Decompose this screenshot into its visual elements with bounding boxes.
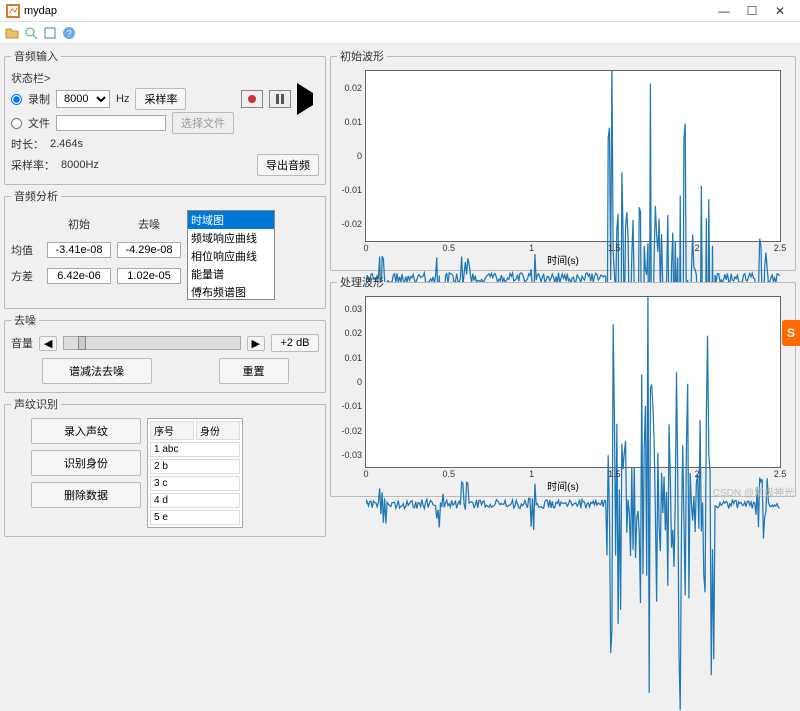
- denoise-panel: 去噪 音量 ◀ ▶ +2 dB 谱减法去噪 重置: [4, 312, 326, 393]
- mean-init-value[interactable]: [47, 242, 111, 258]
- reset-button[interactable]: 重置: [219, 358, 289, 384]
- list-item[interactable]: 时域图: [188, 211, 274, 229]
- sr-label: 采样率：: [11, 157, 55, 173]
- enroll-button[interactable]: 录入声纹: [31, 418, 141, 444]
- chart1-legend: 初始波形: [337, 48, 387, 64]
- maximize-button[interactable]: ☐: [738, 4, 766, 18]
- list-item[interactable]: 频域响应曲线: [188, 229, 274, 247]
- export-audio-button[interactable]: 导出音频: [257, 154, 319, 176]
- window-title: mydap: [24, 5, 710, 17]
- var-denoise-value[interactable]: [117, 268, 181, 284]
- list-item[interactable]: 能量谱: [188, 265, 274, 283]
- watermark: CSDN @紫极神光: [713, 484, 794, 499]
- var-label: 方差: [11, 268, 41, 284]
- denoise-legend: 去噪: [11, 312, 39, 328]
- select-file-button[interactable]: 选择文件: [172, 112, 234, 134]
- audio-input-legend: 音频输入: [11, 48, 61, 64]
- list-item[interactable]: 相位响应曲线: [188, 247, 274, 265]
- analysis-type-listbox[interactable]: 时域图频域响应曲线相位响应曲线能量谱傅布频谱图音压曲线: [187, 210, 275, 300]
- processed-waveform-panel: 处理波形 -0.03-0.02-0.0100.010.020.03 00.511…: [330, 274, 796, 497]
- play-icon[interactable]: [297, 93, 313, 105]
- voiceprint-table[interactable]: 序号身份1 abc2 b3 c4 d5 e: [147, 418, 243, 528]
- record-label: 录制: [28, 91, 50, 107]
- original-waveform-panel: 初始波形 -0.02-0.0100.010.02 00.511.522.5 时间…: [330, 48, 796, 271]
- table-header: 身份: [196, 421, 240, 440]
- slider-left-button[interactable]: ◀: [39, 336, 57, 351]
- gain-value: +2 dB: [271, 334, 319, 352]
- audio-analysis-legend: 音频分析: [11, 188, 61, 204]
- toolbar: ?: [0, 22, 800, 44]
- init-col-header: 初始: [47, 216, 111, 232]
- var-init-value[interactable]: [47, 268, 111, 284]
- list-item[interactable]: 傅布频谱图: [188, 283, 274, 300]
- delete-button[interactable]: 删除数据: [31, 482, 141, 508]
- samplerate-select[interactable]: 8000: [56, 90, 110, 108]
- record-radio[interactable]: [11, 94, 22, 105]
- mean-denoise-value[interactable]: [117, 242, 181, 258]
- denoise-col-header: 去噪: [117, 216, 181, 232]
- record-button[interactable]: [241, 90, 263, 108]
- chart2-axes: -0.03-0.02-0.0100.010.020.03 00.511.522.…: [365, 296, 781, 468]
- table-row[interactable]: 3 c: [150, 476, 240, 491]
- folder-icon[interactable]: [4, 25, 20, 41]
- identify-button[interactable]: 识别身份: [31, 450, 141, 476]
- table-row[interactable]: 2 b: [150, 459, 240, 474]
- volume-slider[interactable]: [63, 336, 240, 350]
- voiceprint-legend: 声纹识别: [11, 396, 61, 412]
- minimize-button[interactable]: —: [710, 4, 738, 18]
- duration-label: 时长：: [11, 136, 44, 152]
- status-label: 状态栏>: [11, 70, 50, 86]
- sr-value: 8000Hz: [61, 159, 99, 171]
- table-row[interactable]: 1 abc: [150, 442, 240, 457]
- close-button[interactable]: ✕: [766, 4, 794, 18]
- file-path-input[interactable]: [56, 115, 166, 131]
- tool-icon[interactable]: [42, 25, 58, 41]
- file-label: 文件: [28, 115, 50, 131]
- volume-label: 音量: [11, 335, 33, 351]
- help-icon[interactable]: ?: [61, 25, 77, 41]
- voiceprint-panel: 声纹识别 录入声纹 识别身份 删除数据 序号身份1 abc2 b3 c4 d5 …: [4, 396, 326, 537]
- audio-analysis-panel: 音频分析 初始 去噪 均值 方差: [4, 188, 326, 309]
- spectral-denoise-button[interactable]: 谱减法去噪: [42, 358, 152, 384]
- slider-right-button[interactable]: ▶: [247, 336, 265, 351]
- audio-input-panel: 音频输入 状态栏> 录制 8000 Hz 采样率 文件 选择文件: [4, 48, 326, 185]
- sogou-badge: S: [782, 320, 800, 346]
- table-header: 序号: [150, 421, 194, 440]
- mean-label: 均值: [11, 242, 41, 258]
- table-row[interactable]: 5 e: [150, 510, 240, 525]
- app-icon: [6, 4, 20, 18]
- pause-button[interactable]: [269, 90, 291, 108]
- file-radio[interactable]: [11, 118, 22, 129]
- duration-value: 2.464s: [50, 138, 83, 150]
- chart2-legend: 处理波形: [337, 274, 387, 290]
- chart1-axes: -0.02-0.0100.010.02 00.511.522.5: [365, 70, 781, 242]
- samplerate-button[interactable]: 采样率: [135, 88, 186, 110]
- hz-label: Hz: [116, 93, 129, 105]
- zoom-icon[interactable]: [23, 25, 39, 41]
- svg-text:?: ?: [66, 29, 72, 40]
